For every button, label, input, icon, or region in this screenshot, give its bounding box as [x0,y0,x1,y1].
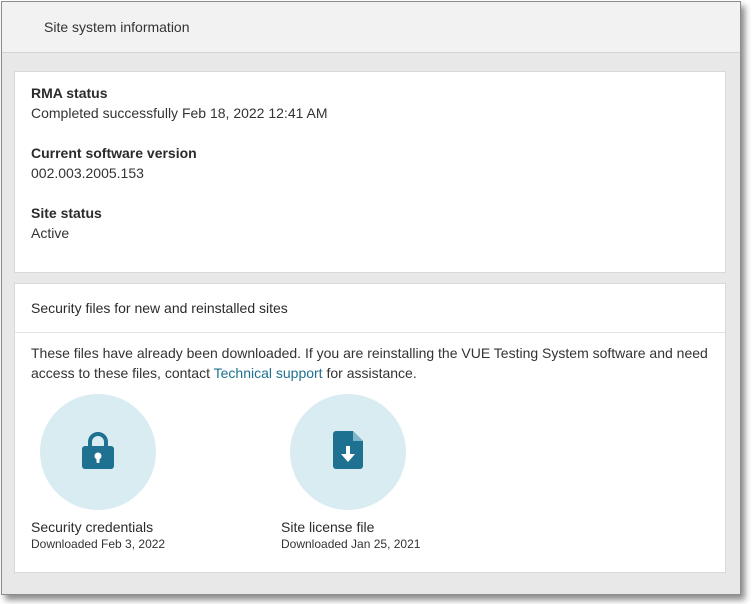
site-license-date: Downloaded Jan 25, 2021 [281,537,421,551]
file-download-icon [333,430,363,474]
site-license-item: Site license file Downloaded Jan 25, 202… [281,394,481,552]
security-files-description: These files have already been downloaded… [31,343,711,383]
rma-status-field: RMA status Completed successfully Feb 18… [31,83,328,123]
rma-status-label: RMA status [31,85,108,101]
security-credentials-download-button[interactable] [40,394,156,510]
site-status-value: Active [31,225,70,241]
rma-status-value: Completed successfully Feb 18, 2022 12:4… [31,105,328,121]
site-license-download-button[interactable] [290,394,406,510]
lock-icon [81,431,115,474]
site-info-card: RMA status Completed successfully Feb 18… [14,71,726,273]
security-files-heading: Security files for new and reinstalled s… [15,284,725,333]
site-status-field: Site status Active [31,203,102,243]
security-files-title: Security files for new and reinstalled s… [31,300,288,316]
security-credentials-name: Security credentials [31,519,154,535]
software-version-field: Current software version 002.003.2005.15… [31,143,197,183]
site-system-window: Site system information RMA status Compl… [1,1,741,595]
software-version-label: Current software version [31,145,197,161]
technical-support-link[interactable]: Technical support [214,365,323,381]
security-credentials-item: Security credentials Downloaded Feb 3, 2… [31,394,231,552]
site-license-name: Site license file [281,519,375,535]
site-status-label: Site status [31,205,102,221]
security-credentials-date: Downloaded Feb 3, 2022 [31,537,166,551]
software-version-value: 002.003.2005.153 [31,165,144,181]
page-title: Site system information [44,19,190,35]
page-header: Site system information [2,2,740,53]
security-files-card: Security files for new and reinstalled s… [14,283,726,573]
description-suffix: for assistance. [322,365,417,381]
